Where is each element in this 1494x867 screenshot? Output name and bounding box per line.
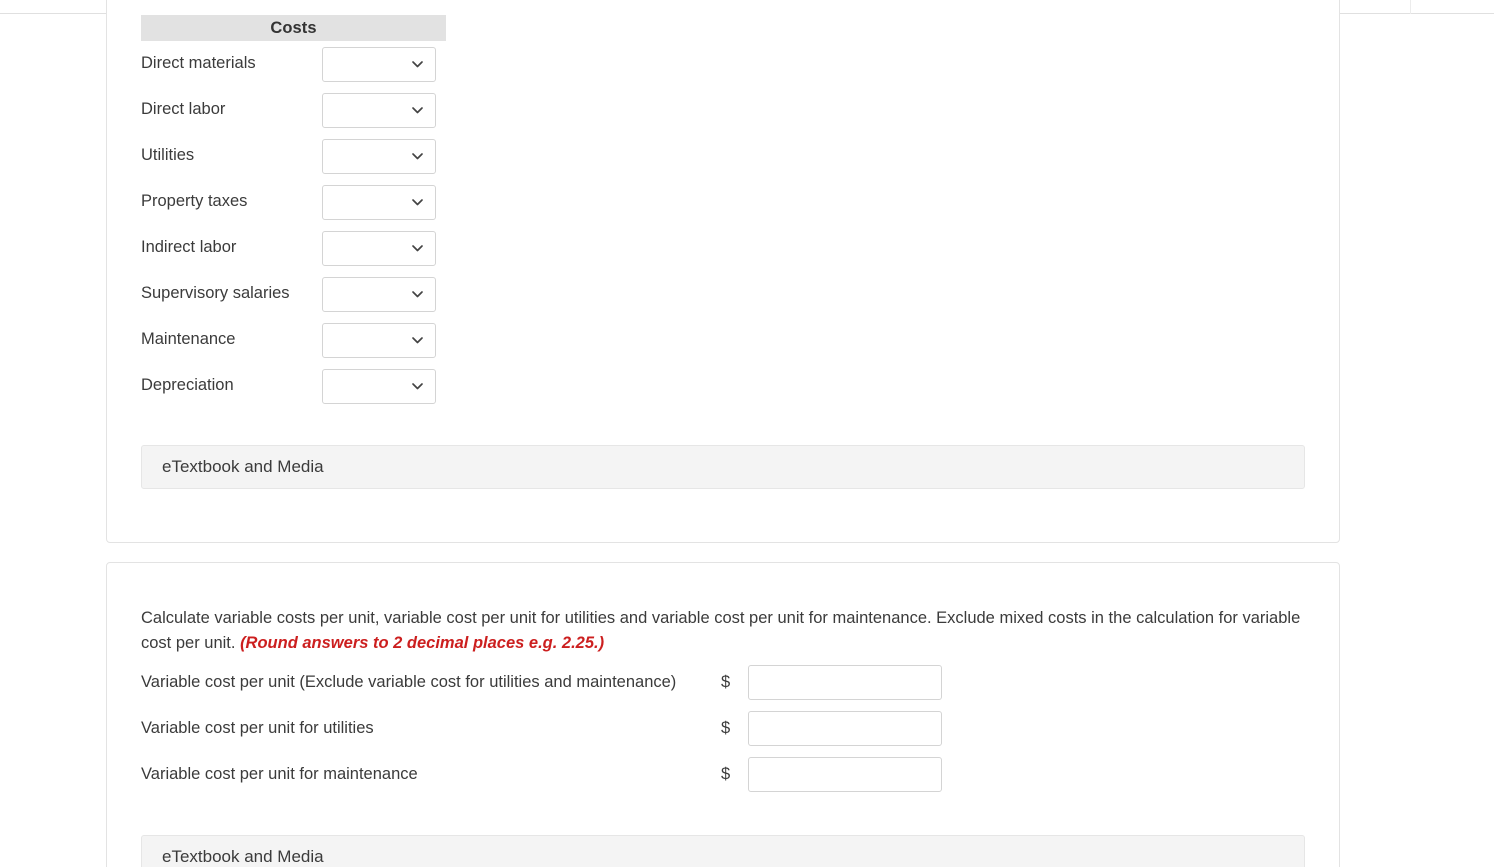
currency-symbol: $ bbox=[721, 672, 731, 691]
chevron-down-icon bbox=[411, 58, 424, 71]
variable-cost-rows-list: Variable cost per unit (Exclude variable… bbox=[141, 659, 1151, 797]
chevron-down-icon bbox=[411, 104, 424, 117]
cost-type-select-utilities[interactable] bbox=[322, 138, 436, 174]
cost-type-select-indirect-labor[interactable] bbox=[322, 230, 436, 266]
cost-type-select-property-taxes[interactable] bbox=[322, 184, 436, 220]
cost-row-label: Direct labor bbox=[141, 100, 226, 119]
chevron-down-icon bbox=[411, 380, 424, 393]
variable-cost-per-unit-utilities-input[interactable] bbox=[748, 710, 942, 746]
variable-cost-per-unit-input[interactable] bbox=[748, 664, 942, 700]
chevron-down-icon bbox=[411, 288, 424, 301]
currency-symbol: $ bbox=[721, 718, 731, 737]
cost-row: Direct labor bbox=[141, 87, 561, 133]
answer-row-label: Variable cost per unit for maintenance bbox=[141, 764, 418, 783]
costs-header-label: Costs bbox=[270, 18, 317, 37]
etextbook-and-media-button-top[interactable]: eTextbook and Media bbox=[141, 445, 1305, 489]
cost-row-label: Direct materials bbox=[141, 54, 256, 73]
currency-symbol: $ bbox=[721, 764, 731, 783]
chevron-down-icon bbox=[411, 150, 424, 163]
answer-row: Variable cost per unit for maintenance $ bbox=[141, 751, 1151, 797]
cost-row-label: Supervisory salaries bbox=[141, 284, 290, 303]
variable-cost-prompt-note: (Round answers to 2 decimal places e.g. … bbox=[240, 633, 605, 652]
cost-type-select-direct-labor[interactable] bbox=[322, 92, 436, 128]
right-gutter-line bbox=[1410, 0, 1411, 14]
cost-row: Property taxes bbox=[141, 179, 561, 225]
cost-row: Supervisory salaries bbox=[141, 271, 561, 317]
cost-type-select-supervisory-salaries[interactable] bbox=[322, 276, 436, 312]
etextbook-and-media-button-bottom[interactable]: eTextbook and Media bbox=[141, 835, 1305, 867]
answer-row-label: Variable cost per unit for utilities bbox=[141, 718, 374, 737]
cost-classification-card: Costs Direct materials Direct labor Util… bbox=[106, 0, 1340, 543]
page-root: Costs Direct materials Direct labor Util… bbox=[0, 0, 1494, 867]
answer-row: Variable cost per unit (Exclude variable… bbox=[141, 659, 1151, 705]
cost-row-label: Utilities bbox=[141, 146, 195, 165]
cost-row-label: Indirect labor bbox=[141, 238, 237, 257]
etextbook-and-media-label: eTextbook and Media bbox=[162, 847, 324, 866]
cost-row: Direct materials bbox=[141, 41, 561, 87]
cost-row-label: Property taxes bbox=[141, 192, 248, 211]
cost-row: Indirect labor bbox=[141, 225, 561, 271]
chevron-down-icon bbox=[411, 196, 424, 209]
cost-row: Depreciation bbox=[141, 363, 561, 409]
variable-cost-per-unit-maintenance-input[interactable] bbox=[748, 756, 942, 792]
variable-cost-prompt: Calculate variable costs per unit, varia… bbox=[141, 606, 1301, 656]
chevron-down-icon bbox=[411, 334, 424, 347]
etextbook-and-media-label: eTextbook and Media bbox=[162, 457, 324, 476]
cost-type-select-direct-materials[interactable] bbox=[322, 46, 436, 82]
cost-row-label: Maintenance bbox=[141, 330, 236, 349]
answer-row: Variable cost per unit for utilities $ bbox=[141, 705, 1151, 751]
cost-row: Maintenance bbox=[141, 317, 561, 363]
cost-row-label: Depreciation bbox=[141, 376, 234, 395]
cost-type-select-depreciation[interactable] bbox=[322, 368, 436, 404]
variable-cost-card: Calculate variable costs per unit, varia… bbox=[106, 562, 1340, 867]
costs-table-header: Costs bbox=[141, 15, 446, 41]
cost-rows-list: Direct materials Direct labor Utilities bbox=[141, 41, 561, 409]
cost-row: Utilities bbox=[141, 133, 561, 179]
answer-row-label: Variable cost per unit (Exclude variable… bbox=[141, 672, 677, 691]
chevron-down-icon bbox=[411, 242, 424, 255]
cost-type-select-maintenance[interactable] bbox=[322, 322, 436, 358]
